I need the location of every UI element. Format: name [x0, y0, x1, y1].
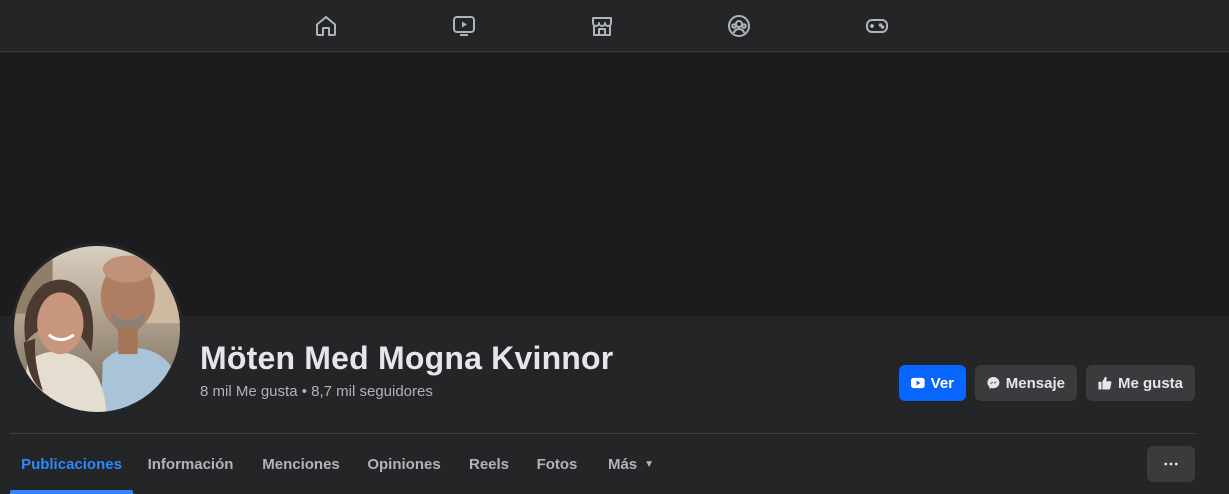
caret-down-icon: ▼ — [644, 458, 655, 470]
tab-publicaciones[interactable]: Publicaciones — [10, 434, 133, 494]
tab-menciones[interactable]: Menciones — [252, 434, 350, 494]
tab-fotos[interactable]: Fotos — [526, 434, 588, 494]
tab-mas[interactable]: Más ▼ — [596, 434, 666, 494]
watch-button[interactable]: Ver — [899, 365, 966, 401]
watch-button-label: Ver — [930, 374, 954, 392]
tab-opiniones[interactable]: Opiniones — [358, 434, 450, 494]
page-stats[interactable]: 8 mil Me gusta • 8,7 mil seguidores — [200, 383, 433, 400]
message-button-label: Mensaje — [1005, 374, 1065, 392]
profile-picture[interactable] — [11, 243, 183, 415]
like-button-label: Me gusta — [1117, 374, 1183, 392]
message-button[interactable]: Mensaje — [975, 365, 1077, 401]
active-tab-indicator — [10, 490, 133, 494]
home-icon[interactable] — [302, 8, 350, 44]
tab-reels[interactable]: Reels — [459, 434, 519, 494]
gaming-icon[interactable] — [853, 8, 901, 44]
messenger-icon — [987, 377, 1000, 389]
watch-icon[interactable] — [440, 8, 488, 44]
like-button[interactable]: Me gusta — [1086, 365, 1195, 401]
marketplace-icon[interactable] — [578, 8, 626, 44]
page-title: Möten Med Mogna Kvinnor — [200, 340, 614, 376]
video-play-icon — [911, 377, 925, 389]
tab-mas-label: Más — [607, 455, 638, 473]
thumbs-up-icon — [1098, 376, 1112, 390]
groups-icon[interactable] — [715, 8, 763, 44]
top-navigation — [0, 0, 1229, 52]
cover-photo[interactable] — [0, 53, 1229, 316]
ellipsis-icon — [1164, 462, 1178, 466]
more-options-button[interactable] — [1147, 446, 1195, 482]
tab-informacion[interactable]: Información — [137, 434, 244, 494]
